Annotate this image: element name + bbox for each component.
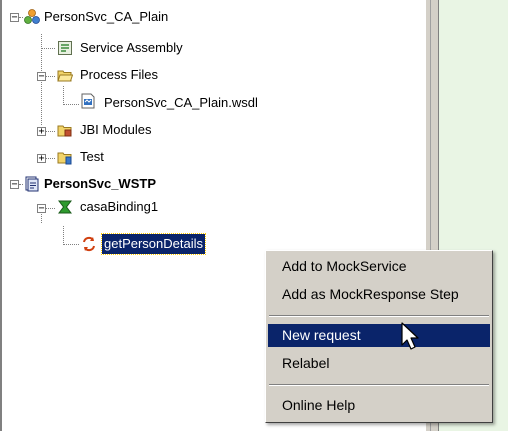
tree-guide-line xyxy=(63,244,79,245)
collapse-toggle[interactable]: − xyxy=(10,180,19,190)
project-icon xyxy=(25,176,39,192)
tree-item-label: casaBinding1 xyxy=(80,199,159,214)
tree-item-label: PersonSvc_CA_Plain xyxy=(44,9,169,24)
operation-icon xyxy=(83,236,95,252)
tree-item-label: Process Files xyxy=(80,67,159,82)
test-folder-icon xyxy=(57,152,72,165)
tree-item-operation[interactable]: getPersonDetails xyxy=(101,233,206,255)
menu-item-new-request[interactable]: New request xyxy=(268,324,490,347)
tree-item-wsdl-file[interactable]: PersonSvc_CA_Plain.wsdl xyxy=(104,93,258,113)
composite-app-icon xyxy=(24,9,40,24)
context-menu: Add to MockService Add as MockResponse S… xyxy=(265,250,493,423)
tree-guide-line xyxy=(46,131,55,132)
menu-item-online-help[interactable]: Online Help xyxy=(268,394,490,417)
tree-guide-line xyxy=(63,226,64,245)
tree-guide-line xyxy=(63,104,79,105)
menu-item-add-as-mockresponse-step[interactable]: Add as MockResponse Step xyxy=(268,283,490,306)
tree-guide-line xyxy=(63,86,64,105)
folder-open-icon xyxy=(57,70,73,82)
tree-guide-line xyxy=(46,158,55,159)
tree-item-composite-app[interactable]: PersonSvc_CA_Plain xyxy=(44,7,168,27)
tree-item-test[interactable]: Test xyxy=(80,147,104,167)
expand-toggle[interactable]: + xyxy=(37,127,46,137)
wsdl-file-icon xyxy=(81,93,95,109)
tree-guide-line xyxy=(46,208,55,209)
menu-item-relabel[interactable]: Relabel xyxy=(268,352,490,375)
collapse-toggle[interactable]: − xyxy=(37,72,46,82)
tree-item-label: getPersonDetails xyxy=(101,233,206,255)
tree-item-label: PersonSvc_WSTP xyxy=(44,176,156,191)
mouse-pointer-icon xyxy=(401,322,419,350)
tree-item-service-assembly[interactable]: Service Assembly xyxy=(80,38,183,58)
tree-item-label: Test xyxy=(80,149,104,164)
tree-item-jbi-modules[interactable]: JBI Modules xyxy=(80,120,152,140)
menu-item-add-to-mockservice[interactable]: Add to MockService xyxy=(268,255,490,278)
tree-item-label: Service Assembly xyxy=(80,40,183,55)
tree-guide-line xyxy=(41,48,55,49)
menu-separator xyxy=(269,315,489,317)
collapse-toggle[interactable]: − xyxy=(37,204,46,214)
tree-item-process-files[interactable]: Process Files xyxy=(80,65,158,85)
tree-guide-line xyxy=(19,17,23,18)
tree-guide-line xyxy=(46,76,55,77)
expand-toggle[interactable]: + xyxy=(37,154,46,164)
tree-item-project[interactable]: PersonSvc_WSTP xyxy=(44,174,156,194)
tree-item-label: PersonSvc_CA_Plain.wsdl xyxy=(104,95,258,110)
collapse-toggle[interactable]: − xyxy=(10,13,19,23)
tree-item-label: JBI Modules xyxy=(80,122,152,137)
jbi-modules-folder-icon xyxy=(57,125,72,137)
service-assembly-icon xyxy=(58,41,72,55)
binding-icon xyxy=(58,200,72,214)
tree-item-binding[interactable]: casaBinding1 xyxy=(80,197,158,217)
menu-separator xyxy=(269,384,489,386)
tree-guide-line xyxy=(19,184,23,185)
